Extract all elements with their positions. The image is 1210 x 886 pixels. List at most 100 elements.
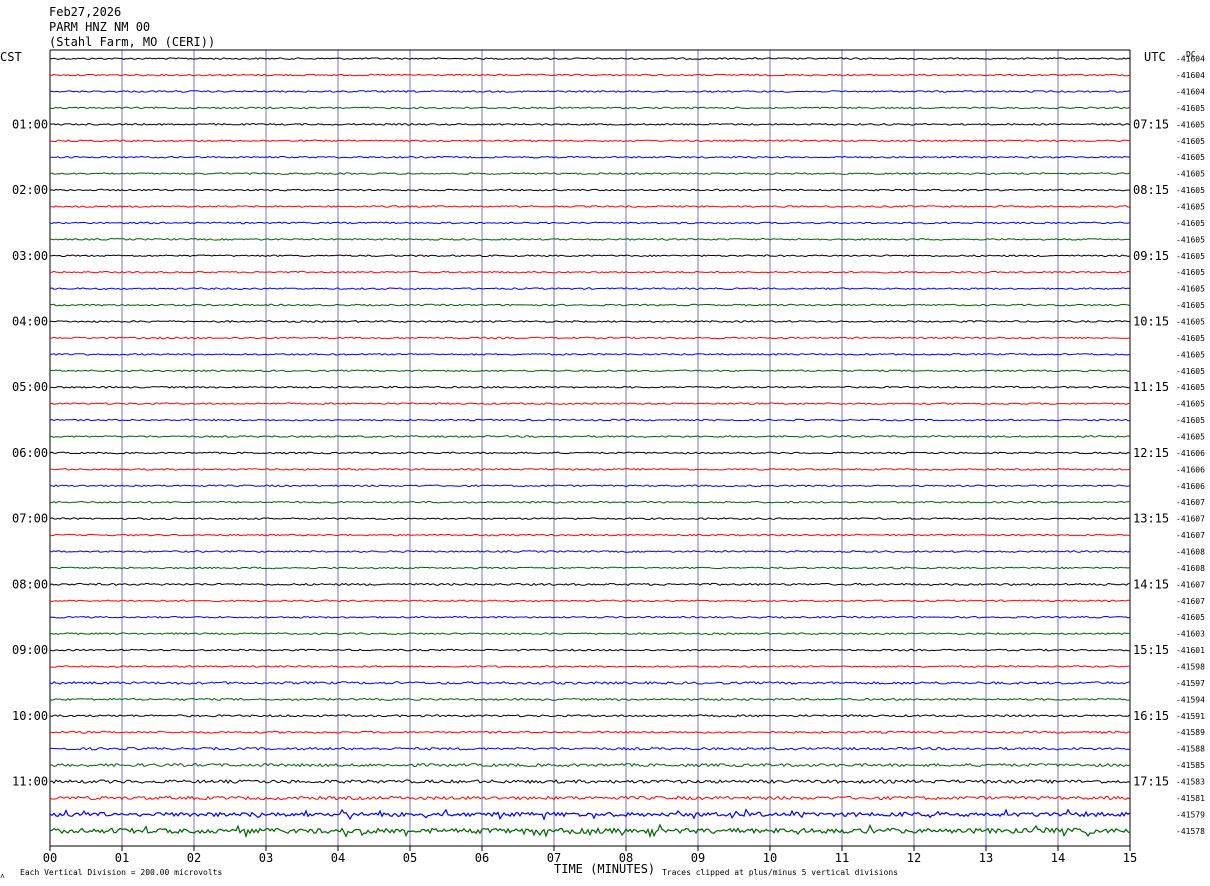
x-tick-label: 04 <box>331 851 345 865</box>
trace-line <box>49 336 1131 340</box>
right-hour-label: 16:15 <box>1133 709 1169 723</box>
x-tick-label: 01 <box>115 851 129 865</box>
x-tick-label: 06 <box>475 851 489 865</box>
trace-line <box>49 352 1131 356</box>
dc-offset-label: -41606 <box>1176 449 1205 458</box>
dc-offset-label: -41605 <box>1176 219 1205 228</box>
left-hour-label: 09:00 <box>12 643 48 657</box>
trace-line <box>49 566 1131 570</box>
left-hour-labels: 01:00 02:00 03:00 04:00 05:00 06:00 07:00 08:00… <box>12 117 48 788</box>
trace-line <box>49 320 1131 323</box>
left-hour-label: 03:00 <box>12 249 48 263</box>
dc-offset-label: -41605 <box>1176 104 1205 113</box>
vertical-grid <box>49 49 1131 847</box>
trace-line <box>49 418 1131 422</box>
corner-mark: ˄ <box>0 872 5 881</box>
x-tick-label: 05 <box>403 851 417 865</box>
trace-line <box>49 369 1131 373</box>
helicorder-chart: 00 01 02 03 04 05 06 07 08 09 10 11 12 13 14 15 01:0002… <box>0 5 1205 881</box>
dc-offset-label: -41607 <box>1176 580 1205 589</box>
dc-offset-label: -41591 <box>1176 712 1205 721</box>
dc-offset-label: -41605 <box>1176 432 1205 441</box>
dc-offset-label: -41605 <box>1176 186 1205 195</box>
dc-offset-label: -41605 <box>1176 153 1205 162</box>
trace-line <box>49 599 1131 603</box>
trace-line <box>50 270 1131 274</box>
x-tick-label: 00 <box>43 851 57 865</box>
dc-offset-label: -41605 <box>1176 317 1205 326</box>
trace-line <box>49 746 1131 751</box>
trace-line <box>49 155 1131 159</box>
dc-offset-label: -41604 <box>1176 87 1205 96</box>
trace-line <box>49 632 1131 635</box>
dc-offset-label: -41607 <box>1176 498 1205 507</box>
dc-offset-label: -41603 <box>1176 630 1205 639</box>
right-hour-label: 13:15 <box>1133 512 1169 526</box>
dc-offset-label: -41581 <box>1176 794 1205 803</box>
trace-line <box>49 808 1131 821</box>
left-hour-label: 02:00 <box>12 183 48 197</box>
trace-line <box>49 500 1131 504</box>
trace-line <box>49 139 1131 143</box>
dc-offset-label: -41605 <box>1176 202 1205 211</box>
right-timezone-label: UTC <box>1144 50 1166 64</box>
trace-line <box>49 533 1131 537</box>
x-tick-label: 15 <box>1123 851 1137 865</box>
trace-line <box>49 205 1131 208</box>
trace-line <box>49 254 1131 258</box>
x-tick-label: 11 <box>835 851 849 865</box>
dc-offset-label: -41597 <box>1176 679 1205 688</box>
trace-line <box>49 188 1131 192</box>
x-tick-label: 03 <box>259 851 273 865</box>
dc-offset-label: -41607 <box>1176 531 1205 540</box>
x-tick-label: 10 <box>763 851 777 865</box>
left-hour-label: 05:00 <box>12 380 48 394</box>
dc-offset-label: -41604 <box>1176 71 1205 80</box>
left-hour-label: 08:00 <box>12 577 48 591</box>
x-tick-label: 09 <box>691 851 705 865</box>
dc-offset-labels: -41604-41604-41604-41605-41605-41605-416… <box>1176 55 1205 836</box>
trace-line <box>49 467 1131 471</box>
right-hour-label: 11:15 <box>1133 380 1169 394</box>
dc-offset-label: -41605 <box>1176 285 1205 294</box>
trace-line <box>49 762 1131 768</box>
dc-offset-label: -41607 <box>1176 515 1205 524</box>
right-hour-labels: 07:15 08:15 09:15 10:15 11:15 12:15 13:15 14:15… <box>1133 117 1169 788</box>
scale-note: Each Vertical Division = 200.00 microvol… <box>20 868 222 877</box>
dc-offset-label: -41608 <box>1176 548 1205 557</box>
dc-offset-label: -41605 <box>1176 367 1205 376</box>
dc-offset-label: -41605 <box>1176 268 1205 277</box>
dc-offset-label: -41583 <box>1176 778 1205 787</box>
right-hour-label: 09:15 <box>1133 249 1169 263</box>
x-tick-label: 12 <box>907 851 921 865</box>
trace-line <box>49 90 1131 93</box>
dc-offset-label: -41605 <box>1176 120 1205 129</box>
trace-line <box>49 106 1131 110</box>
dc-offset-label: -41578 <box>1176 827 1205 836</box>
x-tick-label: 02 <box>187 851 201 865</box>
trace-line <box>49 681 1131 685</box>
dc-offset-label: -41606 <box>1176 465 1205 474</box>
dc-offset-label: -41601 <box>1176 646 1205 655</box>
left-hour-label: 11:00 <box>12 775 48 789</box>
dc-offset-label: -41605 <box>1176 301 1205 310</box>
dc-offset-label: -41605 <box>1176 383 1205 392</box>
left-hour-label: 01:00 <box>12 117 48 131</box>
clip-note: Traces clipped at plus/minus 5 vertical … <box>662 868 898 877</box>
right-hour-label: 14:15 <box>1133 577 1169 591</box>
dc-offset-label: -41605 <box>1176 235 1205 244</box>
right-hour-label: 17:15 <box>1133 775 1169 789</box>
left-hour-label: 07:00 <box>12 512 48 526</box>
right-hour-label: 10:15 <box>1133 314 1169 328</box>
dc-offset-label: -41605 <box>1176 137 1205 146</box>
trace-line <box>49 517 1131 520</box>
trace-line <box>49 714 1131 718</box>
trace-line <box>49 779 1131 785</box>
dc-offset-label: -41607 <box>1176 597 1205 606</box>
trace-line <box>49 582 1131 586</box>
x-axis-label: TIME (MINUTES) <box>554 862 655 876</box>
left-hour-label: 04:00 <box>12 314 48 328</box>
trace-line <box>49 615 1131 619</box>
dc-offset-label: -41579 <box>1176 810 1205 819</box>
trace-line <box>49 795 1131 801</box>
